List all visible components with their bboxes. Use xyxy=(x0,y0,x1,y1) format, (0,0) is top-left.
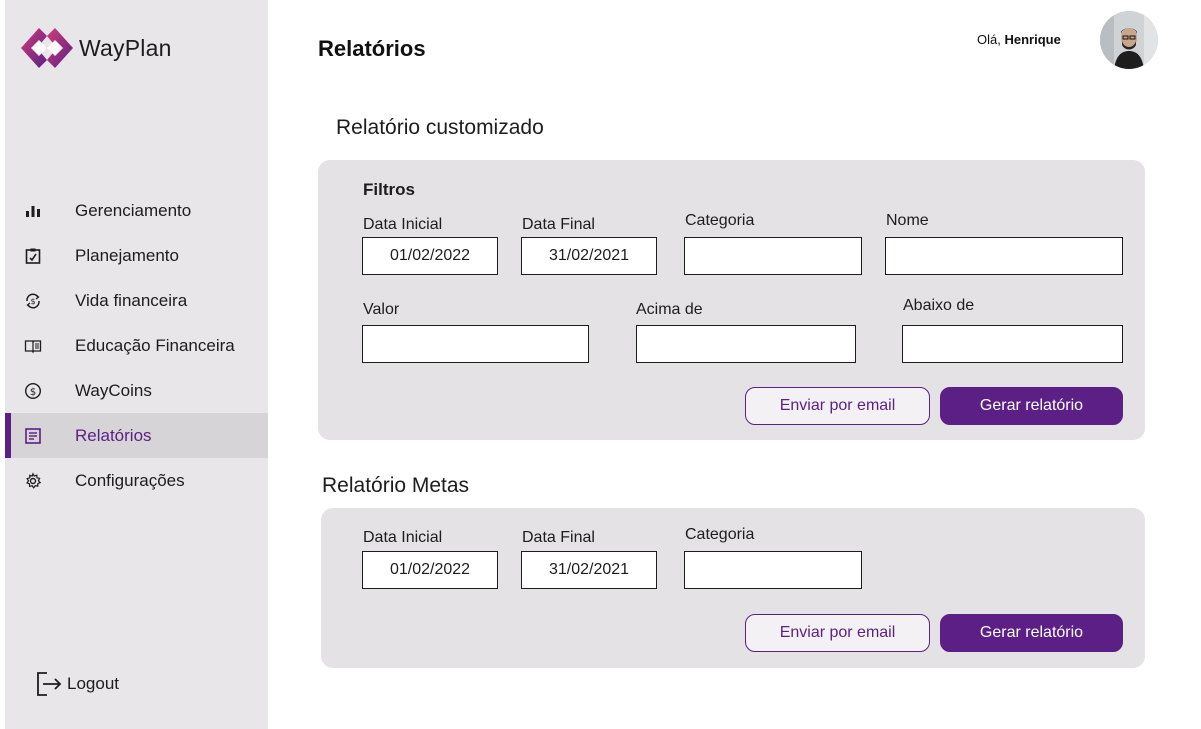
value-field[interactable] xyxy=(362,325,589,363)
sidebar-item-label: Gerenciamento xyxy=(75,200,192,220)
sidebar-item-educacao-financeira[interactable]: Educação Financeira xyxy=(5,323,268,368)
user-name: Henrique xyxy=(1004,32,1061,47)
goals-send-email-button[interactable]: Enviar por email xyxy=(745,614,930,652)
sidebar-nav: Gerenciamento Planejamento $ Vida financ… xyxy=(5,188,268,503)
goals-category-label: Categoria xyxy=(685,526,755,543)
sidebar-item-gerenciamento[interactable]: Gerenciamento xyxy=(5,188,268,233)
coin-icon: $ xyxy=(23,381,43,401)
user-avatar-icon xyxy=(1100,11,1158,69)
sidebar: WayPlan Gerenciamento Planejamento $ Vid… xyxy=(5,0,268,729)
sidebar-item-label: Planejamento xyxy=(75,245,179,265)
below-field[interactable] xyxy=(902,325,1123,363)
category-field[interactable] xyxy=(684,237,862,275)
sidebar-item-label: Configurações xyxy=(75,470,185,490)
svg-text:$: $ xyxy=(30,297,35,306)
goals-start-date-field[interactable]: 01/02/2022 xyxy=(362,551,498,589)
svg-text:$: $ xyxy=(30,386,36,397)
end-date-label: Data Final xyxy=(522,216,595,233)
goals-generate-report-button[interactable]: Gerar relatório xyxy=(940,614,1123,652)
sidebar-item-relatorios[interactable]: Relatórios xyxy=(5,413,268,458)
goals-report-title: Relatório Metas xyxy=(322,474,470,497)
logout-icon xyxy=(37,672,62,696)
goals-end-date-field[interactable]: 31/02/2021 xyxy=(521,551,657,589)
custom-report-title: Relatório customizado xyxy=(336,116,544,139)
sidebar-item-label: Relatórios xyxy=(75,425,152,445)
user-greeting: Olá, Henrique xyxy=(977,32,1061,47)
value-label: Valor xyxy=(363,301,400,318)
clipboard-check-icon xyxy=(23,246,43,266)
goals-category-field[interactable] xyxy=(684,551,862,589)
sidebar-item-planejamento[interactable]: Planejamento xyxy=(5,233,268,278)
book-icon xyxy=(23,336,43,356)
gear-icon xyxy=(23,471,43,491)
report-icon xyxy=(23,426,43,446)
sidebar-item-vida-financeira[interactable]: $ Vida financeira xyxy=(5,278,268,323)
sidebar-item-label: Educação Financeira xyxy=(75,335,235,355)
start-date-label: Data Inicial xyxy=(363,216,443,233)
sidebar-item-label: Vida financeira xyxy=(75,290,188,310)
goals-start-date-label: Data Inicial xyxy=(363,529,443,546)
page-title: Relatórios xyxy=(318,36,426,61)
logout-label: Logout xyxy=(67,674,119,693)
app-name: WayPlan xyxy=(79,34,172,61)
below-label: Abaixo de xyxy=(903,297,975,314)
logout-button[interactable]: Logout xyxy=(33,668,119,700)
above-label: Acima de xyxy=(636,301,703,318)
end-date-field[interactable]: 31/02/2021 xyxy=(521,237,657,275)
name-field[interactable] xyxy=(885,237,1123,275)
sidebar-item-configuracoes[interactable]: Configurações xyxy=(5,458,268,503)
avatar[interactable] xyxy=(1100,11,1158,69)
money-cycle-icon: $ xyxy=(23,291,43,311)
goals-end-date-label: Data Final xyxy=(522,529,595,546)
sidebar-item-waycoins[interactable]: $ WayCoins xyxy=(5,368,268,413)
name-label: Nome xyxy=(886,212,929,229)
start-date-field[interactable]: 01/02/2022 xyxy=(362,237,498,275)
bar-chart-icon xyxy=(23,201,43,221)
filters-heading: Filtros xyxy=(363,180,415,199)
sidebar-item-label: WayCoins xyxy=(75,380,152,400)
logo[interactable]: WayPlan xyxy=(17,24,172,72)
above-field[interactable] xyxy=(636,325,856,363)
generate-report-button[interactable]: Gerar relatório xyxy=(940,387,1123,425)
greeting-prefix: Olá, xyxy=(977,32,1001,47)
send-email-button[interactable]: Enviar por email xyxy=(745,387,930,425)
category-label: Categoria xyxy=(685,212,755,229)
wayplan-logo-icon xyxy=(21,28,73,68)
